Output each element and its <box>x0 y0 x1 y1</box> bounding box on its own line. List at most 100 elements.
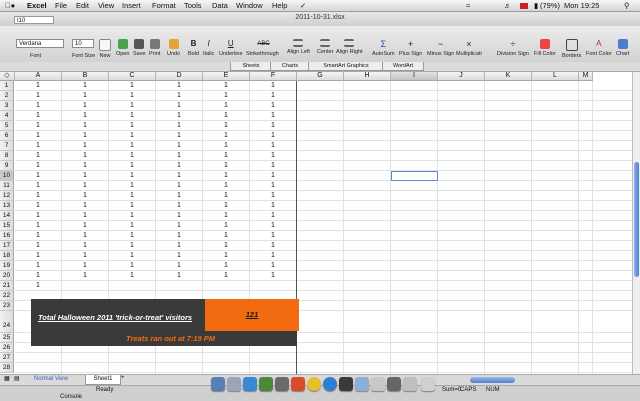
cell-a12[interactable]: 1 <box>15 191 61 201</box>
cell-f5[interactable]: 1 <box>250 121 296 131</box>
cell-e9[interactable]: 1 <box>203 161 249 171</box>
cell-b21[interactable] <box>62 281 108 291</box>
terminal-icon[interactable] <box>387 377 401 391</box>
font-size-select[interactable]: 10 <box>72 39 94 48</box>
excel-icon[interactable] <box>339 377 353 391</box>
row-header-19[interactable]: 19 <box>0 261 14 271</box>
cell-a4[interactable]: 1 <box>15 111 61 121</box>
name-box[interactable]: I10 <box>14 16 54 24</box>
column-header-h[interactable]: H <box>344 72 391 81</box>
cell-b14[interactable]: 1 <box>62 211 108 221</box>
cell-a16[interactable]: 1 <box>15 231 61 241</box>
row-header-9[interactable]: 9 <box>0 161 14 171</box>
wifi-icon[interactable]: ≈ <box>466 1 470 10</box>
tab-charts[interactable]: Charts <box>270 62 310 71</box>
cell-f2[interactable]: 1 <box>250 91 296 101</box>
cell-a19[interactable]: 1 <box>15 261 61 271</box>
cell-a18[interactable]: 1 <box>15 251 61 261</box>
cell-c1[interactable]: 1 <box>109 81 155 91</box>
cell-e16[interactable]: 1 <box>203 231 249 241</box>
cell-d5[interactable]: 1 <box>156 121 202 131</box>
cell-c2[interactable]: 1 <box>109 91 155 101</box>
division-sign-button[interactable]: ÷ Division Sign <box>497 39 529 57</box>
row-header-12[interactable]: 12 <box>0 191 14 201</box>
cell-f15[interactable]: 1 <box>250 221 296 231</box>
menu-format[interactable]: Format <box>152 1 176 10</box>
mail-icon[interactable] <box>259 377 273 391</box>
underline-button[interactable]: U Underline <box>219 39 243 57</box>
cell-b1[interactable]: 1 <box>62 81 108 91</box>
cell-c6[interactable]: 1 <box>109 131 155 141</box>
cell-f6[interactable]: 1 <box>250 131 296 141</box>
multiplication-button[interactable]: × Multiplicati <box>456 39 482 57</box>
script-menu-icon[interactable]: ✓ <box>300 1 306 10</box>
cell-d21[interactable] <box>156 281 202 291</box>
cell-d15[interactable]: 1 <box>156 221 202 231</box>
cell-a1[interactable]: 1 <box>15 81 61 91</box>
column-header-c[interactable]: C <box>109 72 156 81</box>
column-header-g[interactable]: G <box>297 72 344 81</box>
print-button[interactable]: Print <box>149 39 160 57</box>
cell-b5[interactable]: 1 <box>62 121 108 131</box>
cell-c12[interactable]: 1 <box>109 191 155 201</box>
autosum-button[interactable]: Σ AutoSum <box>372 39 395 57</box>
column-header-i[interactable]: I <box>391 72 438 81</box>
cell-a10[interactable]: 1 <box>15 171 61 181</box>
cell-e11[interactable]: 1 <box>203 181 249 191</box>
cell-e10[interactable]: 1 <box>203 171 249 181</box>
horizontal-scroll-thumb[interactable] <box>470 377 515 383</box>
row-header-1[interactable]: 1 <box>0 81 14 91</box>
cell-e13[interactable]: 1 <box>203 201 249 211</box>
window-title-bar[interactable]: 2011-10-31.xlsx <box>0 12 640 27</box>
cell-f3[interactable]: 1 <box>250 101 296 111</box>
column-header-l[interactable]: L <box>532 72 579 81</box>
add-sheet-icon[interactable]: + <box>121 375 125 381</box>
app-icon-red[interactable] <box>291 377 305 391</box>
page-layout-view-icon[interactable]: ▤ <box>14 375 20 382</box>
column-header-a[interactable]: A <box>15 72 62 81</box>
cell-b9[interactable]: 1 <box>62 161 108 171</box>
cell-c21[interactable] <box>109 281 155 291</box>
row-header-26[interactable]: 26 <box>0 343 14 353</box>
cell-e14[interactable]: 1 <box>203 211 249 221</box>
cell-b13[interactable]: 1 <box>62 201 108 211</box>
menu-data[interactable]: Data <box>212 1 228 10</box>
menu-help[interactable]: Help <box>272 1 287 10</box>
flag-icon[interactable] <box>520 1 528 10</box>
cell-e4[interactable]: 1 <box>203 111 249 121</box>
volume-icon[interactable]: ♬ <box>504 1 512 10</box>
cell-f17[interactable]: 1 <box>250 241 296 251</box>
cell-d14[interactable]: 1 <box>156 211 202 221</box>
vertical-scroll-thumb[interactable] <box>634 162 639 277</box>
cell-e3[interactable]: 1 <box>203 101 249 111</box>
row-header-7[interactable]: 7 <box>0 141 14 151</box>
cell-e5[interactable]: 1 <box>203 121 249 131</box>
photo-icon[interactable] <box>275 377 289 391</box>
tab-wordart[interactable]: WordArt <box>382 62 424 71</box>
cell-c18[interactable]: 1 <box>109 251 155 261</box>
cell-f12[interactable]: 1 <box>250 191 296 201</box>
row-header-21[interactable]: 21 <box>0 281 14 291</box>
cell-c11[interactable]: 1 <box>109 181 155 191</box>
italic-button[interactable]: I Italic <box>203 39 214 57</box>
cell-e20[interactable]: 1 <box>203 271 249 281</box>
row-header-18[interactable]: 18 <box>0 251 14 261</box>
cell-a2[interactable]: 1 <box>15 91 61 101</box>
cell-c16[interactable]: 1 <box>109 231 155 241</box>
row-header-16[interactable]: 16 <box>0 231 14 241</box>
row-header-5[interactable]: 5 <box>0 121 14 131</box>
cell-b12[interactable]: 1 <box>62 191 108 201</box>
column-header-e[interactable]: E <box>203 72 250 81</box>
row-header-27[interactable]: 27 <box>0 353 14 363</box>
trash-icon[interactable] <box>421 377 435 391</box>
row-header-6[interactable]: 6 <box>0 131 14 141</box>
bold-button[interactable]: B Bold <box>188 39 199 57</box>
row-header-28[interactable]: 28 <box>0 363 14 373</box>
font-name-select[interactable]: Verdana <box>16 39 64 48</box>
undo-button[interactable]: Undo <box>167 39 180 57</box>
column-header-m[interactable]: M <box>579 72 593 81</box>
cell-e2[interactable]: 1 <box>203 91 249 101</box>
row-header-17[interactable]: 17 <box>0 241 14 251</box>
cell-c13[interactable]: 1 <box>109 201 155 211</box>
cell-b20[interactable]: 1 <box>62 271 108 281</box>
